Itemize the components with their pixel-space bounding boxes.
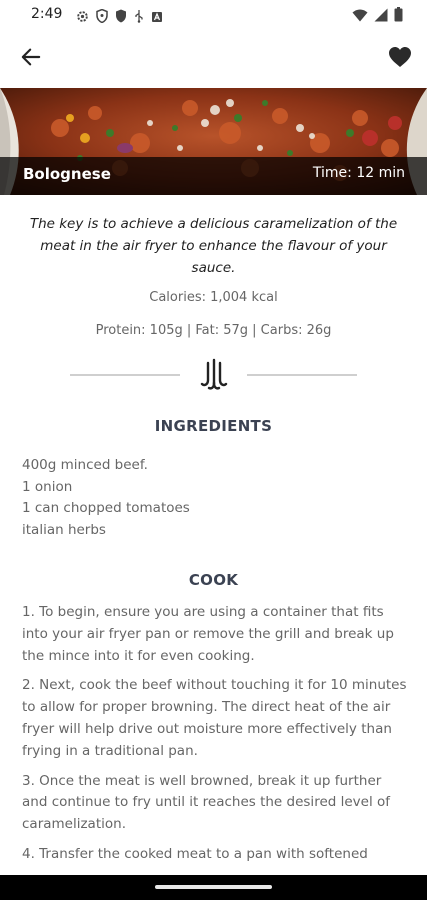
ingredients-heading: INGREDIENTS bbox=[154, 417, 273, 435]
arrow-left-icon bbox=[21, 48, 41, 70]
recipe-intro: The key is to achieve a delicious carame… bbox=[29, 216, 398, 276]
cook-heading: COOK bbox=[188, 571, 239, 589]
app-logo-icon bbox=[198, 357, 230, 391]
recipe-time: Time: 12 min bbox=[312, 165, 405, 181]
home-gesture-handle[interactable] bbox=[155, 885, 272, 889]
recipe-title: Bolognese bbox=[23, 165, 111, 183]
shield-icon bbox=[115, 8, 127, 27]
cook-step: 1. To begin, ensure you are using a cont… bbox=[22, 604, 394, 664]
ingredient-item: 1 can chopped tomatoes bbox=[22, 500, 190, 516]
ingredient-item: italian herbs bbox=[22, 521, 106, 538]
calories-text: Calories: 1,004 kcal bbox=[149, 290, 278, 305]
ingredient-item: 1 onion bbox=[22, 478, 73, 495]
divider-line-right bbox=[247, 374, 357, 376]
usb-icon bbox=[134, 8, 144, 27]
cook-step: 4. Transfer the cooked meat to a pan wit… bbox=[22, 845, 368, 862]
favorite-button[interactable] bbox=[385, 44, 415, 74]
divider-line-left bbox=[70, 374, 180, 376]
cook-step: 2. Next, cook the beef without touching … bbox=[22, 677, 407, 759]
status-bar: 2:49 bbox=[0, 0, 427, 30]
cook-step: 3. Once the meat is well browned, break … bbox=[22, 772, 391, 833]
app-bar bbox=[0, 30, 427, 88]
battery-icon bbox=[394, 7, 403, 26]
cell-signal-icon bbox=[374, 7, 388, 26]
shield-icon bbox=[96, 8, 108, 27]
status-icons-right bbox=[352, 7, 403, 26]
macros-text: Protein: 105g | Fat: 57g | Carbs: 26g bbox=[95, 323, 332, 338]
status-time: 2:49 bbox=[31, 6, 63, 22]
heart-icon bbox=[388, 46, 412, 72]
square-a-icon bbox=[151, 8, 163, 27]
settings-gear-icon bbox=[76, 8, 89, 27]
ingredients-list: 400g minced beef. 1 onion 1 can chopped … bbox=[22, 455, 190, 541]
status-icons-left bbox=[76, 8, 163, 27]
navigation-bar bbox=[0, 875, 427, 900]
cook-steps: 1. To begin, ensure you are using a cont… bbox=[22, 602, 410, 874]
back-button[interactable] bbox=[16, 44, 46, 74]
wifi-icon bbox=[352, 7, 368, 26]
ingredient-item: 400g minced beef. bbox=[22, 457, 148, 473]
